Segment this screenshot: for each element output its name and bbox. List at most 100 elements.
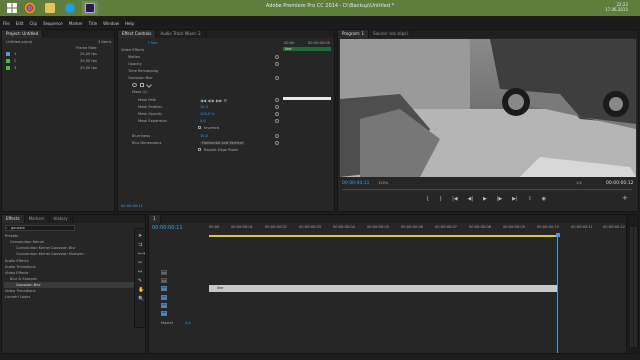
quality-select[interactable]: 1/2 bbox=[576, 181, 582, 185]
lift-icon[interactable]: ⇧ bbox=[527, 196, 531, 202]
mask-opacity-value[interactable]: 100,0 % bbox=[200, 112, 215, 116]
playhead[interactable] bbox=[557, 233, 559, 353]
tab-markers[interactable]: Markers bbox=[25, 215, 50, 223]
project-item[interactable]: 3 bbox=[14, 66, 16, 70]
tree-item[interactable]: Audio Effects bbox=[5, 259, 29, 263]
menu-help[interactable]: Help bbox=[125, 21, 134, 26]
track-a3-label[interactable]: A3 bbox=[161, 311, 167, 316]
effect-time-remapping[interactable]: Time Remapping bbox=[128, 69, 158, 73]
project-item[interactable]: 2 bbox=[14, 59, 16, 63]
reset-icon[interactable] bbox=[275, 76, 279, 80]
tab-effects[interactable]: Effects bbox=[2, 215, 25, 223]
tab-audio-track-mixer[interactable]: Audio Track Mixer: 2 bbox=[156, 30, 206, 38]
step-back-icon[interactable]: ◀| bbox=[468, 196, 474, 202]
rectangle-mask-icon[interactable] bbox=[140, 83, 144, 87]
taskbar-chrome[interactable] bbox=[22, 1, 38, 15]
mask-label[interactable]: Mask (1) bbox=[132, 90, 148, 94]
repeat-edge-checkbox[interactable] bbox=[198, 148, 201, 151]
program-scrubber[interactable] bbox=[342, 189, 632, 190]
reset-icon[interactable] bbox=[275, 112, 279, 116]
reset-icon[interactable] bbox=[275, 55, 279, 59]
work-area-bar[interactable] bbox=[209, 235, 557, 237]
menu-clip[interactable]: Clip bbox=[29, 21, 37, 26]
track-select-tool-icon[interactable]: ⇉ bbox=[138, 242, 142, 248]
tree-item[interactable]: Video Transitions bbox=[5, 289, 35, 293]
program-timecode[interactable]: 00:00:00:11 bbox=[342, 181, 369, 186]
zoom-select[interactable]: 150% bbox=[378, 181, 388, 185]
menu-marker[interactable]: Marker bbox=[69, 21, 83, 26]
menu-file[interactable]: File bbox=[3, 21, 10, 26]
reset-icon[interactable] bbox=[275, 119, 279, 123]
ripple-edit-tool-icon[interactable]: ⟷ bbox=[138, 251, 145, 257]
menu-edit[interactable]: Edit bbox=[16, 21, 24, 26]
slip-tool-icon[interactable]: ↔ bbox=[138, 269, 142, 275]
effect-gaussian-blur[interactable]: Gaussian Blur bbox=[128, 76, 153, 80]
timeline-ruler[interactable]: 00:00 00:00:00:01 00:00:00:02 00:00:00:0… bbox=[209, 225, 625, 231]
menu-title[interactable]: Title bbox=[89, 21, 98, 26]
mark-in-icon[interactable]: { bbox=[426, 196, 429, 202]
zoom-tool-icon[interactable]: 🔍 bbox=[138, 296, 144, 302]
tree-item[interactable]: Blur & Sharpen bbox=[10, 277, 37, 281]
track-a2-label[interactable]: A2 bbox=[161, 303, 167, 308]
track-v2-label[interactable]: V2 bbox=[161, 278, 167, 283]
blur-dimensions-select[interactable]: Horizontal and Vertical bbox=[200, 141, 245, 145]
go-to-in-icon[interactable]: |◀ bbox=[452, 196, 458, 202]
tab-history[interactable]: History bbox=[50, 215, 73, 223]
export-frame-icon[interactable]: ◉ bbox=[542, 196, 546, 202]
razor-tool-icon[interactable]: ✂ bbox=[138, 260, 142, 266]
taskbar-premiere[interactable] bbox=[82, 1, 98, 15]
effect-motion[interactable]: Motion bbox=[128, 55, 140, 59]
blurriness-value[interactable]: 10,0 bbox=[200, 134, 208, 138]
add-button-icon[interactable]: + bbox=[622, 194, 628, 202]
pen-tool-icon[interactable]: ✎ bbox=[138, 278, 142, 284]
effect-opacity[interactable]: Opacity bbox=[128, 62, 142, 66]
tree-item[interactable]: Audio Transitions bbox=[5, 265, 36, 269]
reset-icon[interactable] bbox=[275, 98, 279, 102]
program-video-frame[interactable] bbox=[340, 39, 636, 177]
tab-source[interactable]: Source: (no clips) bbox=[369, 30, 413, 38]
go-to-out-icon[interactable]: ▶| bbox=[512, 196, 518, 202]
menu-sequence[interactable]: Sequence bbox=[43, 21, 63, 26]
tree-item-selected[interactable]: Gaussian Blur bbox=[16, 283, 41, 287]
mark-out-icon[interactable]: } bbox=[439, 196, 442, 202]
hand-tool-icon[interactable]: ✋ bbox=[138, 287, 144, 293]
tree-item[interactable]: Convolution Kernel Gaussian Sharpen bbox=[16, 252, 84, 256]
step-forward-icon[interactable]: |▶ bbox=[497, 196, 503, 202]
effects-search-input[interactable]: gaussia bbox=[5, 225, 75, 231]
track-v1-label[interactable]: V1 bbox=[161, 286, 167, 291]
reset-icon[interactable] bbox=[275, 141, 279, 145]
playhead-handle[interactable] bbox=[555, 233, 560, 237]
start-button[interactable] bbox=[4, 1, 20, 15]
pen-mask-icon[interactable] bbox=[146, 82, 152, 88]
mask-expansion-value[interactable]: 0,0 bbox=[200, 119, 206, 123]
mask-tracking-controls[interactable]: ◀◀ ◀ ▶ ▶▶ ⚒ bbox=[200, 98, 227, 103]
tree-item[interactable]: Presets bbox=[5, 234, 18, 238]
timeline-timecode[interactable]: 00:00:00:11 bbox=[152, 225, 183, 231]
track-v3-label[interactable]: V3 bbox=[161, 270, 167, 275]
reset-icon[interactable] bbox=[275, 62, 279, 66]
column-frame-rate[interactable]: Frame Rate bbox=[76, 46, 97, 50]
tab-sequence[interactable]: 1 bbox=[149, 215, 161, 223]
reset-icon[interactable] bbox=[275, 134, 279, 138]
timeline-clip[interactable]: line bbox=[209, 285, 557, 292]
tree-item[interactable]: Video Effects bbox=[5, 271, 28, 275]
selection-tool-icon[interactable]: ➤ bbox=[138, 233, 142, 239]
ellipse-mask-icon[interactable] bbox=[132, 83, 137, 87]
taskbar-skype[interactable] bbox=[62, 1, 78, 15]
tree-item[interactable]: Convolution Kernel bbox=[10, 240, 44, 244]
tab-project[interactable]: Project: Untitled bbox=[2, 30, 44, 38]
taskbar-explorer[interactable] bbox=[42, 1, 58, 15]
track-a1-label[interactable]: A1 bbox=[161, 295, 167, 300]
tree-item[interactable]: Lumetri Looks bbox=[5, 295, 30, 299]
inverted-checkbox[interactable] bbox=[198, 126, 201, 129]
tab-program[interactable]: Program: 1 bbox=[338, 30, 370, 38]
reset-icon[interactable] bbox=[275, 105, 279, 109]
master-track-value[interactable]: 0,0 bbox=[185, 321, 191, 325]
play-icon[interactable]: ▶ bbox=[483, 196, 487, 202]
project-item[interactable]: 1 bbox=[14, 52, 16, 56]
tab-effect-controls[interactable]: Effect Controls bbox=[118, 30, 157, 38]
ec-timecode[interactable]: 00:00:00:11 bbox=[121, 204, 143, 208]
tree-item[interactable]: Convolution Kernel Gaussian Blur bbox=[16, 246, 76, 250]
menu-window[interactable]: Window bbox=[103, 21, 119, 26]
mask-feather-value[interactable]: 10,0 bbox=[200, 105, 208, 109]
